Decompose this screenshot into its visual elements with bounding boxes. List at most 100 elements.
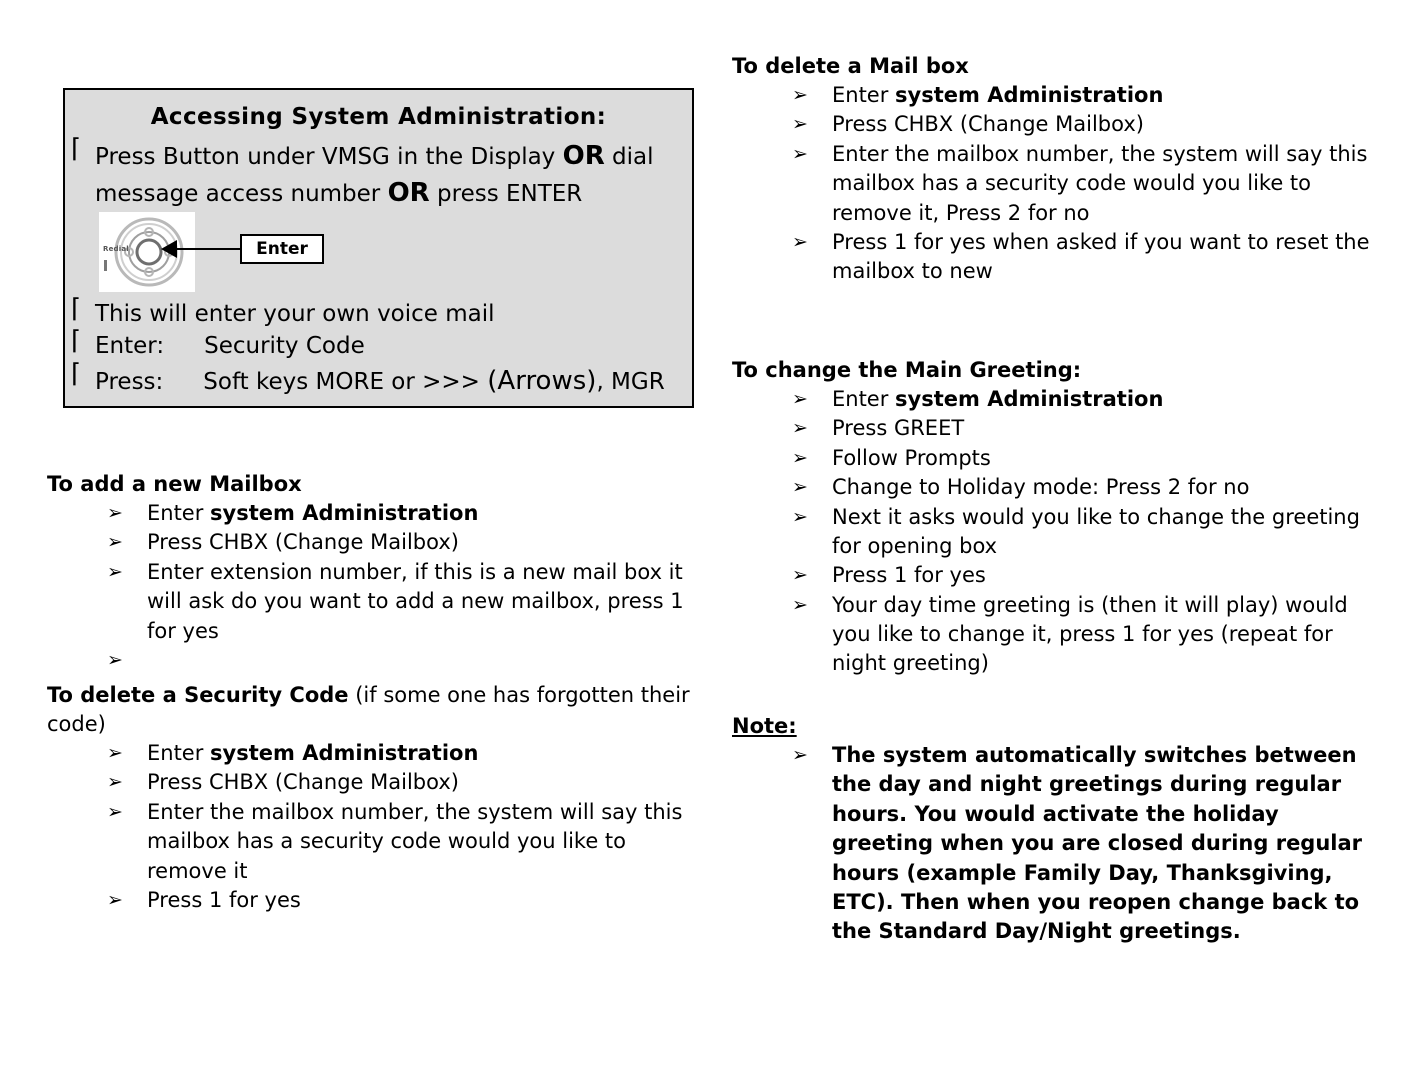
list-item-pre: Enter the mailbox number, the system wil… — [147, 799, 683, 883]
section-heading-bold: To add a new Mailbox — [47, 472, 302, 496]
section-heading-bold: To delete a Mail box — [732, 54, 969, 78]
list-item: ➢ Enter system Administration — [103, 739, 707, 768]
arrow-bullet-icon: ➢ — [107, 771, 123, 794]
section-note: Note: ➢ The system automatically switche… — [732, 712, 1380, 947]
list-item-pre: Press 1 for yes — [147, 887, 301, 912]
list-item-pre: Enter extension number, if this is a new… — [147, 559, 684, 643]
press-label: Press: — [95, 369, 164, 396]
arrow-bullet-icon: ➢ — [792, 230, 808, 253]
box-item-press-text: Press: Soft keys MORE or >>> (Arrows), MG… — [95, 363, 692, 400]
box-item-press-softkeys: ⌈ Press: Soft keys MORE or >>> (Arrows), … — [65, 359, 692, 400]
arrow-bullet-icon: ➢ — [107, 888, 123, 911]
corner-bullet-icon: ⌈ — [71, 134, 82, 164]
list-item: ➢ Enter extension number, if this is a n… — [103, 558, 707, 646]
box-item-voicemail-text: This will enter your own voice mail — [95, 300, 495, 327]
list-item: ➢ Press CHBX (Change Mailbox) — [103, 528, 707, 557]
corner-bullet-icon: ⌈ — [71, 359, 82, 390]
enter-callout-box: Enter — [240, 233, 324, 264]
press-button-post: dial — [604, 144, 654, 170]
list-item-pre: Enter — [147, 500, 211, 525]
list-item-bold: system Administration — [895, 82, 1164, 107]
callout-arrow-icon — [161, 239, 177, 258]
list-item-bold: system Administration — [895, 386, 1164, 411]
list-item-pre: Enter — [832, 386, 896, 411]
phone-photo: Redial — [99, 211, 195, 292]
arrow-bullet-icon: ➢ — [792, 743, 808, 766]
list-item: ➢ Enter the mailbox number, the system w… — [788, 140, 1380, 228]
list-item-pre: Next it asks would you like to change th… — [832, 504, 1360, 558]
section-add-new-mailbox: To add a new Mailbox ➢ Enter system Admi… — [47, 470, 707, 671]
arrow-bullet-icon: ➢ — [792, 113, 808, 136]
section-heading: To add a new Mailbox — [47, 470, 707, 499]
steps-list: ➢ Enter system Administration ➢ Press CH… — [47, 739, 707, 915]
list-item: ➢ Change to Holiday mode: Press 2 for no — [788, 473, 1380, 502]
box-item-press-button: ⌈ Press Button under VMSG in the Display… — [65, 134, 692, 212]
list-item: ➢ Press 1 for yes — [788, 561, 1380, 590]
box-title: Accessing System Administration: — [150, 104, 607, 130]
callout-leader-line — [173, 247, 240, 250]
list-item-pre: Press 1 for yes — [832, 563, 986, 588]
steps-list: ➢ Enter system Administration ➢ Press CH… — [47, 499, 707, 671]
list-item: ➢ Press 1 for yes when asked if you want… — [788, 228, 1380, 287]
list-item: ➢ Press GREET — [788, 414, 1380, 443]
arrow-bullet-icon: ➢ — [792, 505, 808, 528]
arrow-bullet-icon: ➢ — [107, 501, 123, 524]
list-item-pre: Press CHBX (Change Mailbox) — [147, 530, 459, 555]
press-button-pre: Press Button under VMSG in the Display — [95, 144, 563, 170]
arrow-bullet-icon: ➢ — [792, 387, 808, 410]
list-item-pre: Press 1 for yes when asked if you want t… — [832, 229, 1370, 284]
section-change-main-greeting: To change the Main Greeting: ➢ Enter sys… — [732, 356, 1380, 679]
arrow-bullet-icon: ➢ — [107, 741, 123, 764]
arrow-bullet-icon: ➢ — [792, 564, 808, 587]
redial-key-mark — [104, 259, 107, 271]
redial-label: Redial — [103, 244, 129, 253]
enter-callout-label: Enter — [256, 238, 308, 259]
corner-bullet-icon: ⌈ — [71, 326, 82, 357]
or-emphasis-2: OR — [387, 177, 430, 208]
arrow-bullet-icon: ➢ — [792, 593, 808, 616]
section-delete-mailbox: To delete a Mail box ➢ Enter system Admi… — [732, 52, 1380, 287]
steps-list: ➢ Enter system Administration ➢ Press CH… — [732, 81, 1380, 287]
arrow-bullet-icon: ➢ — [107, 648, 123, 671]
corner-bullet-icon: ⌈ — [71, 293, 82, 324]
list-item-pre: Your day time greeting is (then it will … — [832, 592, 1348, 676]
arrow-bullet-icon: ➢ — [792, 417, 808, 440]
enter-label: Enter: — [95, 333, 165, 360]
section-heading: To delete a Mail box — [732, 52, 1380, 81]
box-item-enter-security-code: ⌈ Enter: Security Code — [65, 326, 692, 363]
list-item: ➢ Next it asks would you like to change … — [788, 503, 1380, 562]
list-item-pre: Enter — [147, 740, 211, 765]
list-item-pre: Press GREET — [832, 416, 965, 441]
box-item-voicemail: ⌈ This will enter your own voice mail — [65, 293, 692, 331]
message-access-post: press ENTER — [429, 180, 583, 207]
list-item-pre: Change to Holiday mode: Press 2 for no — [832, 475, 1250, 500]
arrow-bullet-icon: ➢ — [107, 800, 123, 823]
section-heading: To delete a Security Code (if some one h… — [47, 681, 707, 739]
list-item-bold: system Administration — [210, 740, 479, 765]
press-value-a: Soft keys MORE or >>> — [203, 369, 488, 396]
box-item-enter-text: Enter: Security Code — [95, 330, 692, 363]
arrow-bullet-icon: ➢ — [107, 560, 123, 583]
document-page: Accessing System Administration: ⌈ Press… — [0, 0, 1408, 1088]
list-item: ➢ Follow Prompts — [788, 444, 1380, 473]
arrow-bullet-icon: ➢ — [107, 531, 123, 554]
list-item: ➢ Press 1 for yes — [103, 886, 707, 915]
box-item-press-button-text: Press Button under VMSG in the Display O… — [95, 138, 692, 212]
arrow-bullet-icon: ➢ — [792, 83, 808, 106]
list-item-pre: Press CHBX (Change Mailbox) — [147, 770, 459, 795]
section-heading: To change the Main Greeting: — [732, 356, 1380, 385]
list-item-pre: Enter the mailbox number, the system wil… — [832, 141, 1368, 225]
enter-value: Security Code — [204, 333, 365, 360]
list-item-pre: Enter — [832, 82, 896, 107]
arrow-bullet-icon: ➢ — [792, 446, 808, 469]
list-item: ➢ The system automatically switches betw… — [788, 741, 1380, 947]
arrow-bullet-icon: ➢ — [792, 142, 808, 165]
press-value-arrows: (Arrows) — [487, 366, 597, 397]
phone-navigation-figure: Redial Enter — [99, 211, 692, 298]
list-item: ➢ Press CHBX (Change Mailbox) — [788, 110, 1380, 139]
list-item-pre: Press CHBX (Change Mailbox) — [832, 112, 1144, 137]
list-item: ➢ Enter system Administration — [788, 81, 1380, 110]
note-item-text: The system automatically switches betwee… — [832, 742, 1363, 944]
section-delete-security-code: To delete a Security Code (if some one h… — [47, 681, 707, 915]
section-heading-bold: To change the Main Greeting: — [732, 358, 1082, 382]
